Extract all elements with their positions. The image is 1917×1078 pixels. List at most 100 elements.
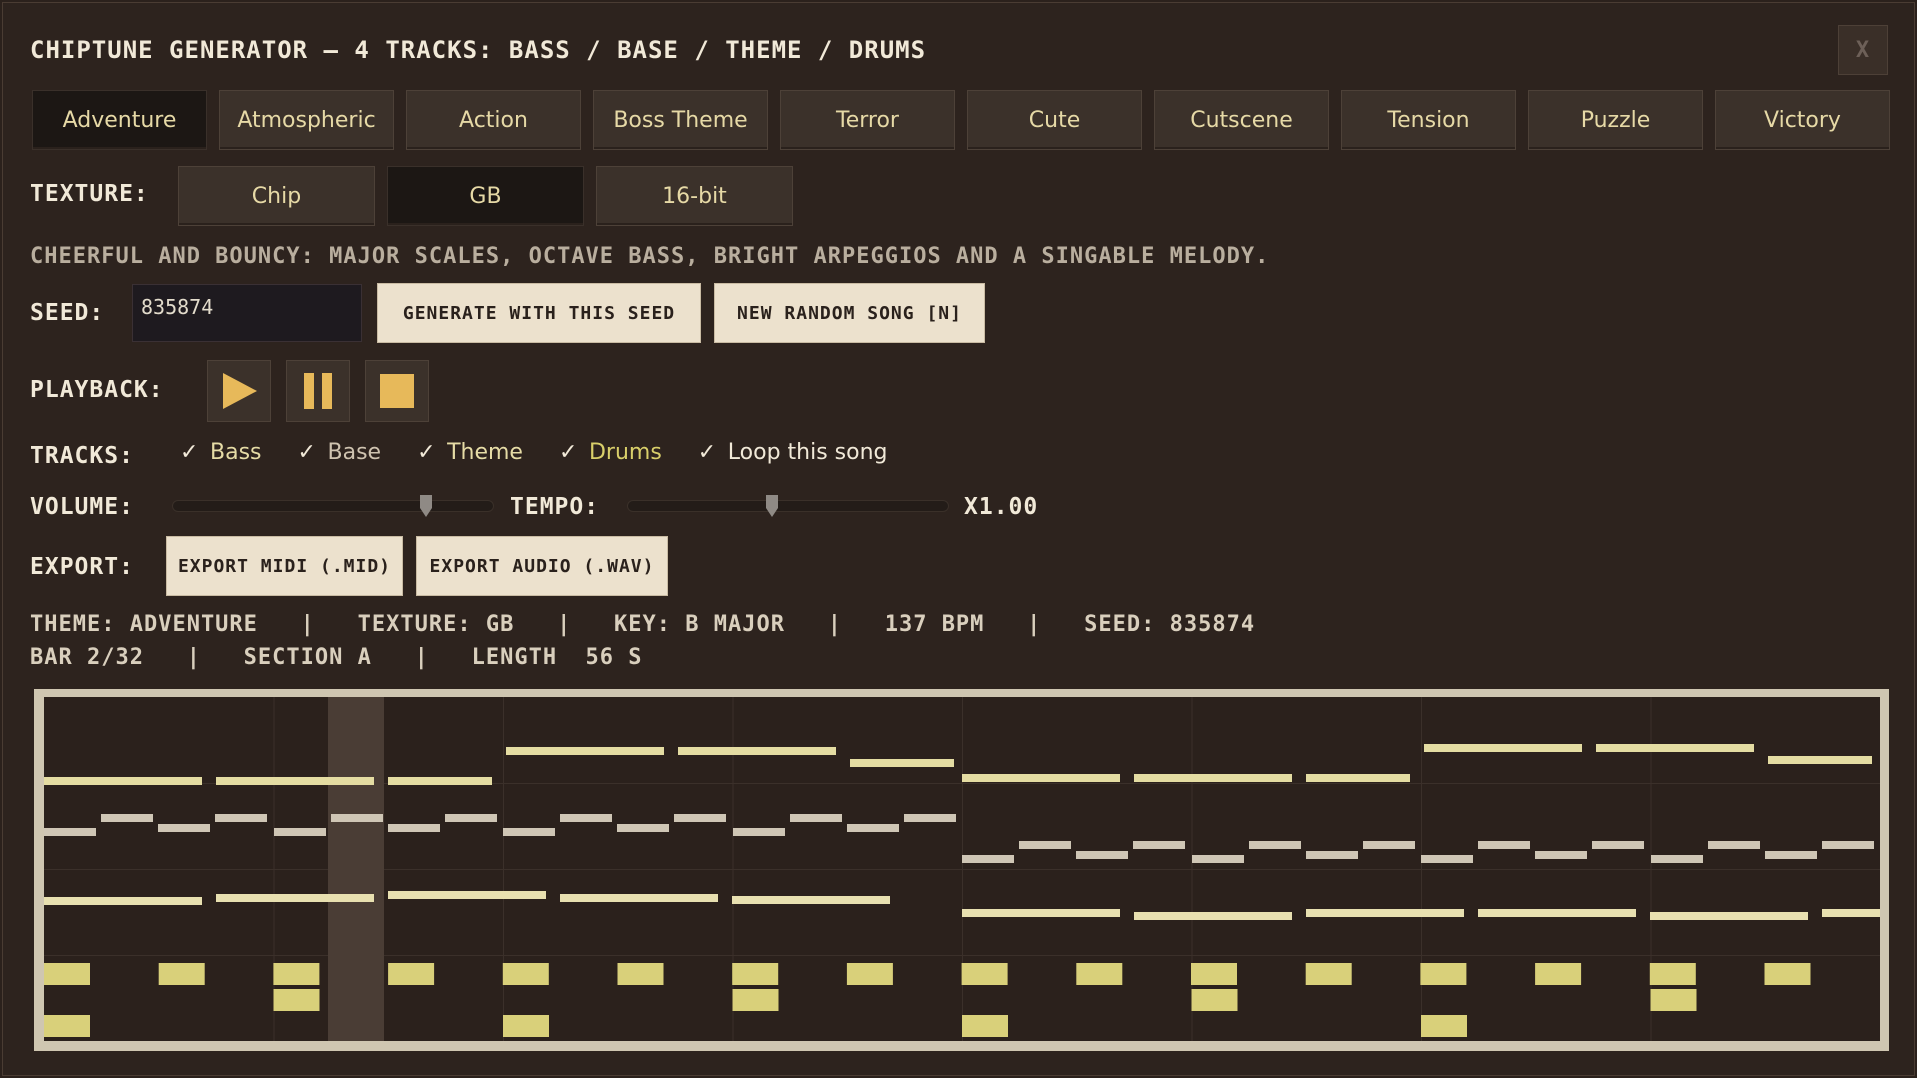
- note: [1424, 744, 1582, 752]
- track-checkbox-label: Drums: [588, 440, 662, 465]
- note: [904, 814, 956, 822]
- theme-button-atmospheric[interactable]: Atmospheric: [219, 90, 394, 150]
- status-line: THEME: ADVENTURE | TEXTURE: GB | KEY: B …: [30, 612, 1256, 637]
- note: [445, 814, 497, 822]
- theme-button-action[interactable]: Action: [406, 90, 581, 150]
- note: [388, 824, 440, 832]
- note: [503, 828, 555, 836]
- texture-selector: Chip GB 16-bit: [178, 166, 793, 226]
- track-checkbox-drums[interactable]: ✓ Drums: [559, 440, 662, 465]
- close-button[interactable]: X: [1838, 25, 1888, 75]
- note: [962, 774, 1120, 782]
- texture-button-16-bit[interactable]: 16-bit: [596, 166, 793, 226]
- lane-divider: [44, 955, 1880, 956]
- note: [1708, 841, 1760, 849]
- track-checkbox-base[interactable]: ✓ Base: [298, 440, 382, 465]
- volume-slider-thumb[interactable]: [419, 494, 433, 518]
- stop-button[interactable]: [365, 360, 429, 422]
- theme-button-adventure[interactable]: Adventure: [32, 90, 207, 150]
- note: [1192, 855, 1244, 863]
- note: [1650, 912, 1808, 920]
- drum-hit: [1764, 963, 1811, 985]
- track-checkbox-theme[interactable]: ✓ Theme: [417, 440, 523, 465]
- theme-button-puzzle[interactable]: Puzzle: [1528, 90, 1703, 150]
- track-checkbox-label: Bass: [210, 440, 262, 465]
- export-midi-button[interactable]: EXPORT MIDI (.MID): [166, 536, 403, 596]
- drum-hit: [1305, 963, 1352, 985]
- note: [732, 896, 890, 904]
- track-checkbox-bass[interactable]: ✓ Bass: [180, 440, 262, 465]
- note: [1768, 756, 1872, 764]
- note: [560, 894, 718, 902]
- note: [1133, 841, 1185, 849]
- theme-button-tension[interactable]: Tension: [1341, 90, 1516, 150]
- note: [847, 824, 899, 832]
- texture-label: TEXTURE:: [30, 181, 149, 207]
- note: [44, 897, 202, 905]
- drum-hit: [1535, 963, 1582, 985]
- note: [1765, 851, 1817, 859]
- note: [388, 891, 546, 899]
- export-label: EXPORT:: [30, 554, 134, 580]
- new-random-song-button[interactable]: NEW RANDOM SONG [N]: [714, 283, 985, 343]
- seed-label: SEED:: [30, 300, 105, 326]
- generate-with-seed-button[interactable]: GENERATE WITH THIS SEED: [377, 283, 701, 343]
- note: [1363, 841, 1415, 849]
- note: [331, 814, 383, 822]
- track-checkbox-label: Theme: [447, 440, 523, 465]
- pause-button[interactable]: [286, 360, 350, 422]
- theme-button-cutscene[interactable]: Cutscene: [1154, 90, 1329, 150]
- note: [674, 814, 726, 822]
- drum-hit: [1191, 963, 1237, 985]
- note: [678, 747, 836, 755]
- note: [1134, 912, 1292, 920]
- drum-hit: [1649, 963, 1696, 985]
- note: [1134, 774, 1292, 782]
- seed-input[interactable]: 835874: [132, 284, 362, 342]
- note: [560, 814, 612, 822]
- play-button[interactable]: [207, 360, 271, 422]
- export-wav-button[interactable]: EXPORT AUDIO (.WAV): [416, 536, 668, 596]
- track-checkbox-loop-this-song[interactable]: ✓ Loop this song: [698, 440, 888, 465]
- checkmark-icon: ✓: [417, 440, 436, 465]
- tempo-slider[interactable]: [627, 500, 949, 512]
- playback-label: PLAYBACK:: [30, 377, 164, 403]
- drum-hit: [44, 1015, 90, 1037]
- drum-hit: [617, 963, 664, 985]
- theme-button-boss-theme[interactable]: Boss Theme: [593, 90, 768, 150]
- theme-button-terror[interactable]: Terror: [780, 90, 955, 150]
- drum-hit: [502, 963, 549, 985]
- drum-hit: [44, 963, 90, 985]
- lane-divider: [44, 869, 1880, 870]
- theme-button-cute[interactable]: Cute: [967, 90, 1142, 150]
- piano-roll[interactable]: [44, 697, 1880, 1041]
- volume-slider[interactable]: [172, 500, 494, 512]
- texture-button-gb[interactable]: GB: [387, 166, 584, 226]
- note: [216, 777, 374, 785]
- drum-hit: [158, 963, 205, 985]
- note: [44, 828, 96, 836]
- drum-hit: [503, 1015, 549, 1037]
- checkmark-icon: ✓: [697, 440, 717, 465]
- note: [733, 828, 785, 836]
- track-toggles: ✓ Bass ✓ Base ✓ Theme ✓ Drums ✓ Loop this song: [180, 440, 924, 465]
- drum-hit: [1076, 963, 1123, 985]
- stop-icon: [380, 374, 414, 408]
- note: [101, 814, 153, 822]
- checkmark-icon: ✓: [180, 440, 199, 465]
- texture-button-chip[interactable]: Chip: [178, 166, 375, 226]
- position-line: BAR 2/32 | SECTION A | LENGTH 56 S: [30, 645, 643, 670]
- piano-roll-canvas: [44, 697, 1880, 1041]
- note: [1651, 855, 1703, 863]
- theme-selector: Adventure Atmospheric Action Boss Theme Terr…: [32, 90, 1890, 150]
- note: [158, 824, 210, 832]
- note: [1306, 774, 1410, 782]
- checkmark-icon: ✓: [297, 440, 316, 465]
- note: [1596, 744, 1754, 752]
- note: [1592, 841, 1644, 849]
- note: [1421, 855, 1473, 863]
- theme-button-victory[interactable]: Victory: [1715, 90, 1890, 150]
- note: [506, 747, 664, 755]
- tempo-slider-thumb[interactable]: [765, 494, 779, 518]
- note: [1822, 909, 1880, 917]
